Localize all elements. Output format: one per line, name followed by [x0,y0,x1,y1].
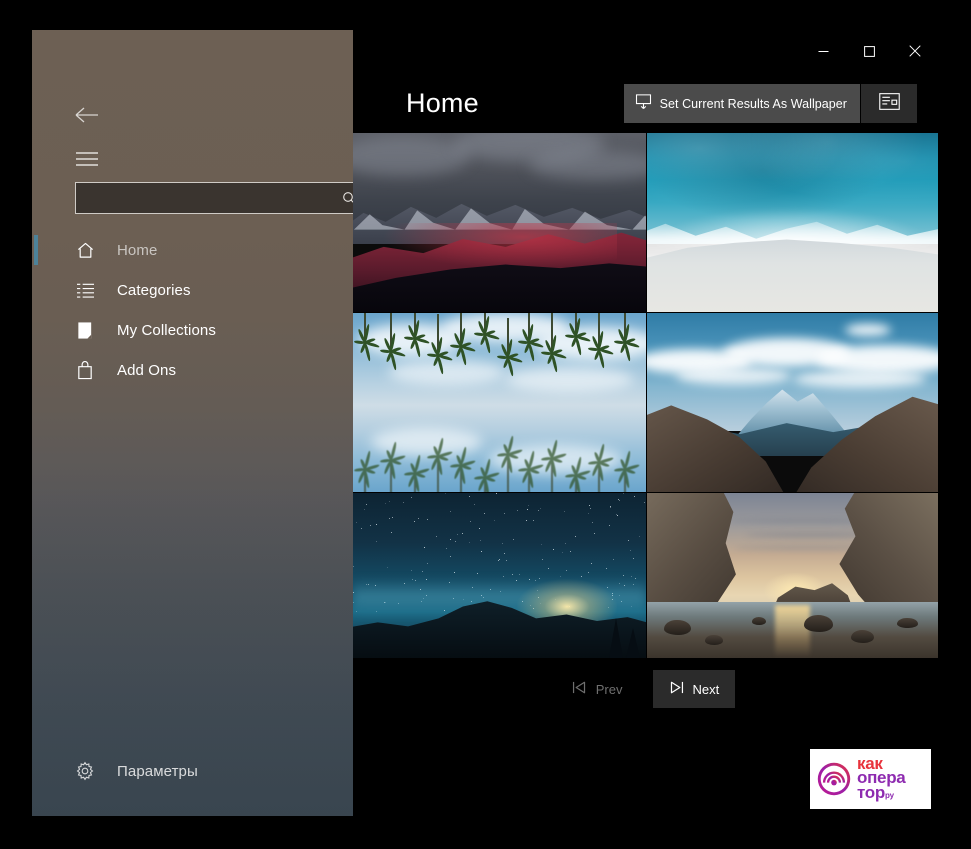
maximize-button[interactable] [846,30,892,72]
prev-page-button[interactable]: Prev [556,670,639,708]
thumbnail-image [647,313,938,492]
thumbnail-image [353,133,646,312]
sidebar: Home Categories My Collections Add Ons П… [32,30,353,816]
maximize-icon [863,45,875,57]
sidebar-item-label: Categories [117,281,191,299]
sidebar-item-settings[interactable]: Параметры [32,751,353,791]
back-arrow-icon [75,107,98,123]
minimize-icon [818,50,828,52]
sidebar-item-home[interactable]: Home [32,230,353,270]
page-title: Home [406,88,479,118]
close-button[interactable] [892,30,938,72]
next-page-button[interactable]: Next [652,670,736,708]
thumbnail-image [353,313,646,492]
close-icon [909,45,921,57]
search-input[interactable] [76,183,334,213]
set-wallpaper-button[interactable]: Set Current Results As Wallpaper [623,84,860,123]
wallpaper-thumbnail[interactable] [647,133,938,312]
screen: Home Categories My Collections Add Ons П… [0,0,971,849]
watermark-line-3-wrap: торру [857,783,905,803]
sidebar-item-label: My Collections [117,321,216,339]
pagination: Prev Next [353,670,938,708]
search-submit-button[interactable] [334,183,353,213]
skip-back-icon [572,681,587,697]
menu-button[interactable] [70,145,104,173]
next-page-label: Next [692,681,720,697]
monitor-upload-icon [635,93,652,115]
watermark: как опера торру [810,749,931,809]
hamburger-menu-icon [76,152,98,166]
title-bar [800,30,938,72]
sidebar-item-add-ons[interactable]: Add Ons [32,350,353,390]
details-view-icon [878,92,900,115]
sidebar-item-my-collections[interactable]: My Collections [32,310,353,350]
thumbnail-image [647,133,938,312]
thumbnail-image [647,493,938,658]
prev-page-label: Prev [595,681,623,697]
thumbnail-image [353,493,646,658]
collection-icon [70,315,100,345]
home-icon [70,235,100,265]
gear-icon [70,756,100,786]
search-icon [342,191,353,203]
bag-icon [70,355,100,385]
back-button[interactable] [70,100,104,130]
wallpaper-thumbnail[interactable] [353,313,646,492]
sidebar-nav: Home Categories My Collections Add Ons [32,230,353,390]
wallpaper-thumbnail[interactable] [647,313,938,492]
list-icon [70,275,100,305]
content-area: Home Set Current Results As Wallpaper Pr… [353,30,938,816]
minimize-button[interactable] [800,30,846,72]
set-wallpaper-label: Set Current Results As Wallpaper [659,96,847,111]
wallpaper-thumbnail[interactable] [647,493,938,658]
wallpaper-grid [353,133,938,658]
sidebar-item-label: Home [117,241,158,259]
watermark-text: как опера торру [857,755,906,803]
wallpaper-thumbnail[interactable] [353,133,646,312]
skip-forward-icon [669,681,684,697]
settings-label: Параметры [117,762,198,780]
page-header: Home Set Current Results As Wallpaper [353,72,938,133]
sidebar-item-label: Add Ons [117,361,177,379]
wallpaper-thumbnail[interactable] [353,493,646,658]
header-actions: Set Current Results As Wallpaper [623,84,917,123]
watermark-suffix: ру [884,791,894,801]
app-window: Home Categories My Collections Add Ons П… [32,30,938,816]
signal-wave-logo [817,762,851,796]
watermark-line-3: тор [857,783,885,803]
search-box[interactable] [75,182,353,214]
selection-indicator [34,235,38,265]
sidebar-item-categories[interactable]: Categories [32,270,353,310]
view-toggle-button[interactable] [861,84,917,123]
